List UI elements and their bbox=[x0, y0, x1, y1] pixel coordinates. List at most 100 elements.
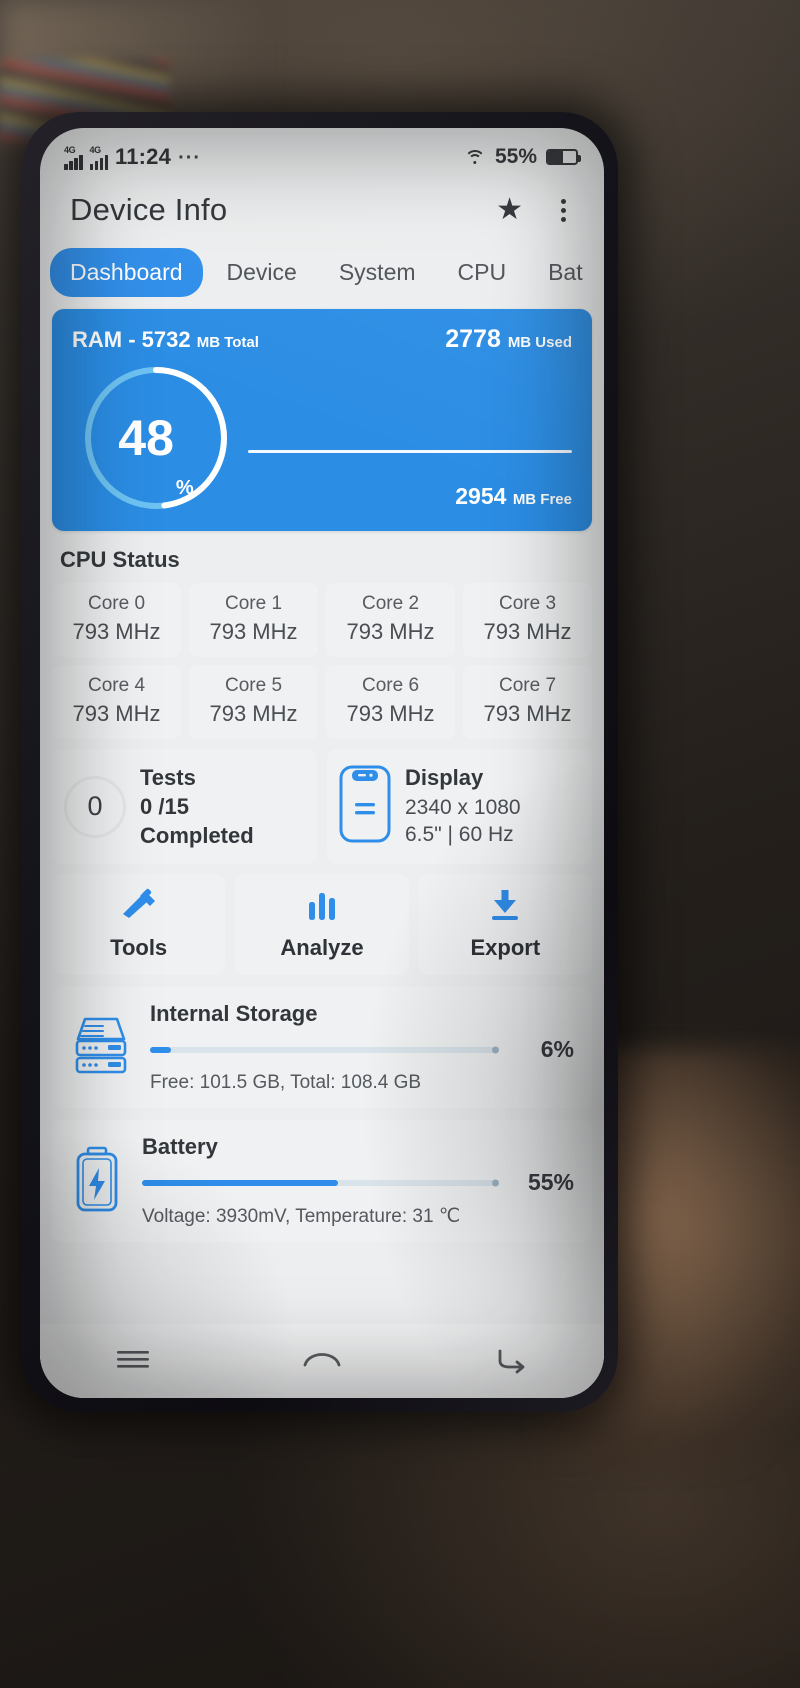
ram-free-unit: MB Free bbox=[512, 491, 572, 508]
cpu-core-cell[interactable]: Core 6 793 MHz bbox=[326, 665, 455, 739]
status-bar-clock: 11:24 bbox=[115, 144, 172, 169]
battery-percent-label: 55% bbox=[494, 145, 537, 168]
status-bar-more-icon: ··· bbox=[178, 147, 202, 169]
cpu-core-freq: 793 MHz bbox=[72, 619, 161, 644]
tests-status: Completed bbox=[140, 823, 254, 849]
cpu-core-freq: 793 MHz bbox=[346, 619, 435, 644]
ram-card[interactable]: RAM - 5732 MB Total 2778 MB Used 48 % 29… bbox=[52, 309, 592, 531]
tests-label: Tests bbox=[140, 765, 196, 790]
cpu-core-freq: 793 MHz bbox=[209, 619, 298, 644]
system-nav-bar bbox=[40, 1324, 604, 1398]
analyze-button[interactable]: Analyze bbox=[235, 874, 409, 976]
internal-storage-main: Internal Storage 6% Free: 101.5 GB, Tota… bbox=[150, 1001, 574, 1094]
tests-card[interactable]: 0 Tests 0 /15 Completed bbox=[52, 749, 317, 865]
network-type-label-sim1: 4G bbox=[64, 145, 76, 155]
cpu-core-name: Core 3 bbox=[498, 593, 557, 614]
ram-percent-value: 48 bbox=[118, 410, 174, 466]
phone-display-icon bbox=[339, 765, 391, 848]
tab-bar[interactable]: Dashboard Device System CPU Bat bbox=[40, 238, 604, 309]
internal-storage-detail: Free: 101.5 GB, Total: 108.4 GB bbox=[150, 1072, 422, 1094]
cpu-core-cell[interactable]: Core 7 793 MHz bbox=[463, 665, 592, 739]
ram-usage-bar bbox=[248, 450, 572, 453]
ram-used-label: 2778 MB Used bbox=[445, 325, 572, 354]
tab-dashboard[interactable]: Dashboard bbox=[50, 248, 203, 297]
ram-card-body: 48% 2954 MB Free bbox=[72, 360, 572, 516]
display-card[interactable]: Display 2340 x 1080 6.5" | 60 Hz bbox=[327, 749, 592, 865]
network-type-label-sim2: 4G bbox=[89, 145, 102, 155]
battery-bolt-icon bbox=[68, 1146, 126, 1217]
cpu-core-grid: Core 0 793 MHz Core 1 793 MHz Core 2 793… bbox=[52, 583, 592, 739]
recents-menu-icon[interactable] bbox=[114, 1346, 152, 1377]
favorite-star-icon[interactable]: ★ bbox=[496, 195, 523, 225]
wifi-icon bbox=[464, 149, 486, 165]
phone-device: 4G 4G 11:24 ··· 55% Device Info ★ Dashbo… bbox=[22, 112, 618, 1412]
tab-device[interactable]: Device bbox=[209, 248, 315, 297]
tests-count-ring: 0 bbox=[64, 775, 126, 838]
export-download-icon bbox=[488, 888, 522, 927]
back-icon[interactable] bbox=[492, 1345, 530, 1378]
cpu-core-cell[interactable]: Core 2 793 MHz bbox=[326, 583, 455, 657]
cpu-core-cell[interactable]: Core 4 793 MHz bbox=[52, 665, 181, 739]
cpu-status-title: CPU Status bbox=[60, 547, 180, 572]
app-bar: Device Info ★ bbox=[40, 180, 604, 238]
tab-battery[interactable]: Bat bbox=[530, 248, 601, 297]
cpu-core-cell[interactable]: Core 5 793 MHz bbox=[189, 665, 318, 739]
cpu-core-name: Core 7 bbox=[498, 675, 557, 696]
signal-icon-sim2: 4G bbox=[89, 145, 108, 170]
signal-icon-sim1: 4G bbox=[64, 145, 83, 170]
cpu-core-freq: 793 MHz bbox=[346, 701, 435, 726]
cpu-core-freq: 793 MHz bbox=[209, 701, 298, 726]
battery-title: Battery bbox=[142, 1134, 218, 1160]
ram-used-unit: MB Used bbox=[507, 334, 572, 351]
export-button[interactable]: Export bbox=[418, 874, 592, 976]
cpu-core-freq: 793 MHz bbox=[72, 701, 161, 726]
battery-icon bbox=[546, 149, 581, 165]
ram-percent-symbol: % bbox=[175, 477, 194, 499]
ram-usage-donut: 48% bbox=[78, 360, 234, 516]
status-bar: 4G 4G 11:24 ··· 55% bbox=[40, 128, 604, 180]
internal-storage-card[interactable]: Internal Storage 6% Free: 101.5 GB, Tota… bbox=[52, 987, 592, 1109]
display-specs: 6.5" | 60 Hz bbox=[405, 823, 514, 847]
phone-screen: 4G 4G 11:24 ··· 55% Device Info ★ Dashbo… bbox=[40, 128, 604, 1398]
home-icon[interactable] bbox=[301, 1345, 343, 1378]
cpu-core-cell[interactable]: Core 1 793 MHz bbox=[189, 583, 318, 657]
export-label: Export bbox=[470, 935, 541, 961]
internal-storage-title: Internal Storage bbox=[150, 1001, 318, 1027]
cpu-core-name: Core 2 bbox=[361, 593, 420, 614]
battery-progress-row: 55% bbox=[142, 1169, 574, 1196]
ram-used-value: 2778 bbox=[445, 325, 501, 353]
action-button-row: Tools Analyze Export bbox=[52, 874, 592, 976]
storage-drive-icon bbox=[68, 1013, 134, 1082]
app-bar-actions: ★ bbox=[496, 195, 574, 226]
ram-total-value: RAM - 5732 bbox=[72, 327, 191, 352]
battery-card[interactable]: Battery 55% Voltage: 3930mV, Temperature… bbox=[52, 1120, 592, 1243]
analyze-bars-icon bbox=[305, 888, 339, 927]
battery-detail: Voltage: 3930mV, Temperature: 31 ℃ bbox=[142, 1206, 461, 1228]
cpu-core-name: Core 5 bbox=[224, 675, 283, 696]
display-resolution: 2340 x 1080 bbox=[405, 795, 521, 819]
cpu-core-freq: 793 MHz bbox=[483, 619, 572, 644]
cpu-core-cell[interactable]: Core 3 793 MHz bbox=[463, 583, 592, 657]
page-title: Device Info bbox=[70, 192, 228, 227]
overflow-menu-icon[interactable] bbox=[553, 195, 574, 226]
status-bar-left: 4G 4G 11:24 ··· bbox=[64, 144, 201, 170]
cpu-core-name: Core 0 bbox=[87, 593, 146, 614]
cpu-core-name: Core 1 bbox=[224, 593, 283, 614]
cpu-core-name: Core 6 bbox=[361, 675, 420, 696]
ram-percent-text: 48% bbox=[78, 360, 234, 516]
cpu-core-freq: 793 MHz bbox=[483, 701, 572, 726]
tab-cpu[interactable]: CPU bbox=[440, 248, 525, 297]
ram-total-label: RAM - 5732 MB Total bbox=[72, 327, 259, 353]
tab-system[interactable]: System bbox=[321, 248, 434, 297]
tools-button[interactable]: Tools bbox=[52, 874, 226, 976]
internal-storage-progress-bar bbox=[150, 1046, 498, 1053]
ram-free-value: 2954 bbox=[455, 483, 507, 509]
ram-free-label: 2954 MB Free bbox=[248, 483, 572, 510]
display-title: Display bbox=[405, 764, 484, 790]
battery-main: Battery 55% Voltage: 3930mV, Temperature… bbox=[142, 1134, 574, 1228]
cpu-core-cell[interactable]: Core 0 793 MHz bbox=[52, 583, 181, 657]
battery-progress-bar bbox=[142, 1179, 498, 1186]
tools-label: Tools bbox=[110, 935, 168, 961]
cpu-core-name: Core 4 bbox=[87, 675, 146, 696]
dashboard-content: RAM - 5732 MB Total 2778 MB Used 48 % 29… bbox=[40, 309, 604, 1243]
